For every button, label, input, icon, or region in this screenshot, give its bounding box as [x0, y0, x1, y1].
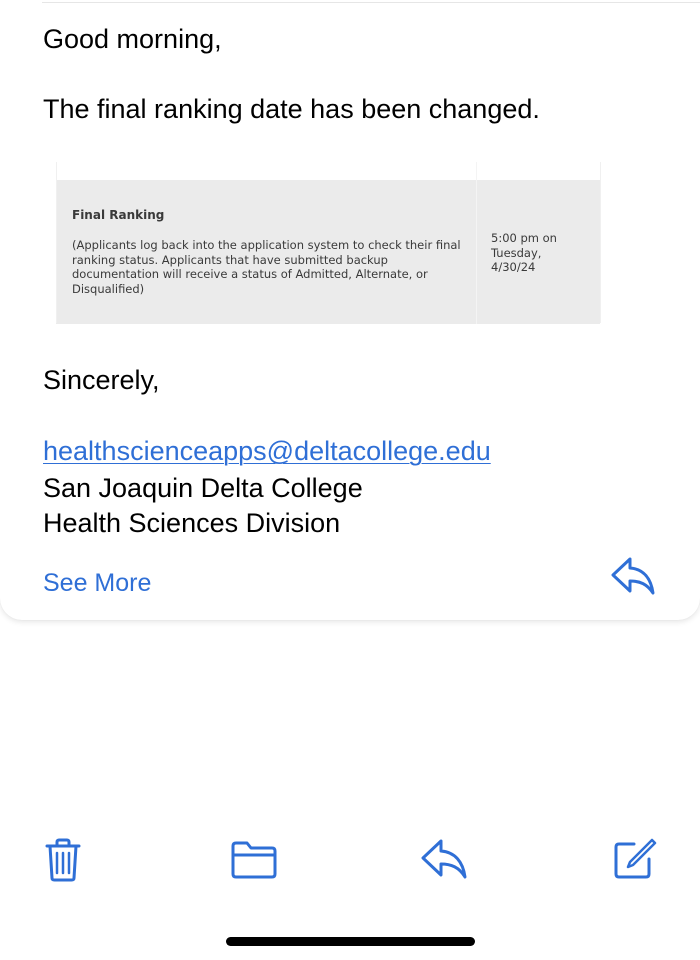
- schedule-table: Final Ranking (Applicants log back into …: [56, 162, 601, 324]
- mail-screen: Good morning, The final ranking date has…: [0, 0, 700, 960]
- signature-college: San Joaquin Delta College: [43, 473, 363, 503]
- signature-division: Health Sciences Division: [43, 508, 341, 538]
- divider: [42, 2, 700, 3]
- reply-icon[interactable]: [610, 556, 656, 596]
- greeting-text: Good morning,: [43, 24, 222, 54]
- reply-icon[interactable]: [420, 838, 468, 880]
- compose-icon[interactable]: [612, 836, 658, 882]
- signature-email-link[interactable]: healthscienceapps@deltacollege.edu: [43, 436, 491, 467]
- trash-icon[interactable]: [44, 838, 82, 882]
- email-message-card: Good morning, The final ranking date has…: [0, 0, 700, 620]
- see-more-button[interactable]: See More: [43, 569, 151, 598]
- signoff-text: Sincerely,: [43, 365, 160, 395]
- event-time: 5:00 pm on Tuesday, 4/30/24: [491, 231, 557, 274]
- folder-icon[interactable]: [229, 840, 279, 880]
- event-title: Final Ranking: [72, 208, 165, 222]
- event-description: (Applicants log back into the applicatio…: [72, 238, 461, 296]
- announcement-text: The final ranking date has been changed.: [43, 94, 540, 124]
- home-indicator[interactable]: [226, 937, 475, 946]
